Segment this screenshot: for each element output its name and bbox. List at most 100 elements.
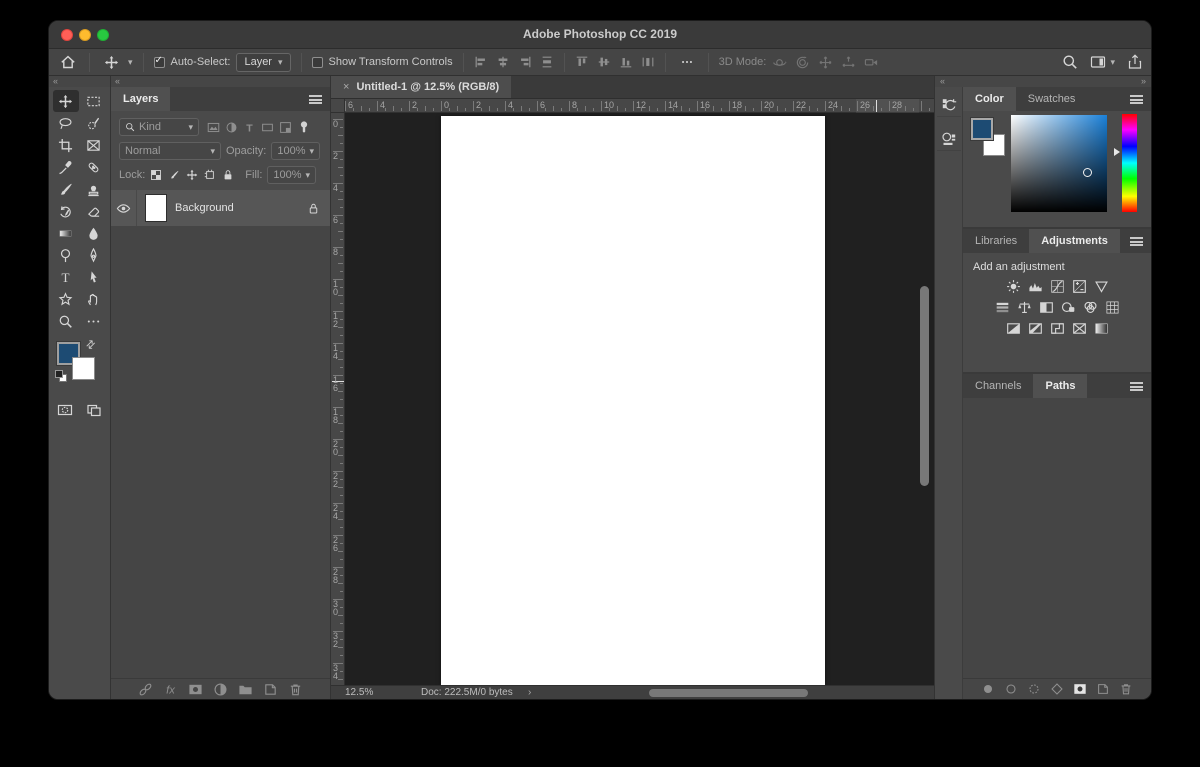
adj-vibrance-icon[interactable] [1094,279,1109,294]
blend-mode-dropdown[interactable]: Normal ▾ [119,142,221,160]
stroke-path-icon[interactable] [1004,682,1018,696]
adj-invert-icon[interactable] [1006,321,1021,336]
align-right-icon[interactable] [518,55,532,69]
align-center-v-icon[interactable] [597,55,611,69]
home-icon[interactable] [57,52,79,73]
filter-adjustment-icon[interactable] [225,121,238,134]
clone-stamp-tool[interactable] [81,178,107,200]
delete-path-icon[interactable] [1119,682,1133,696]
lock-artboard-icon[interactable] [204,169,216,181]
align-top-icon[interactable] [575,55,589,69]
adj-selective-color-icon[interactable] [1072,321,1087,336]
3d-camera-icon[interactable] [864,55,879,70]
search-icon[interactable] [1062,54,1078,70]
panel-menu-icon[interactable] [309,95,322,104]
chevron-down-icon[interactable]: ▾ [128,58,133,67]
adj-curves-icon[interactable] [1050,279,1065,294]
horizontal-scrollbar-thumb[interactable] [649,689,808,697]
gradient-tool[interactable] [53,222,79,244]
new-layer-icon[interactable] [263,682,278,697]
swap-colors-icon[interactable]: ⇄ [83,337,99,353]
path-selection-tool[interactable] [81,266,107,288]
filter-smart-object-icon[interactable] [279,121,292,134]
share-icon[interactable] [1127,54,1143,70]
distribute-v-centers-icon[interactable] [540,55,554,69]
align-left-icon[interactable] [474,55,488,69]
show-transform-checkbox[interactable] [312,57,323,68]
workspace-switcher-icon[interactable] [1090,54,1106,70]
crop-tool[interactable] [53,134,79,156]
adj-exposure-icon[interactable] [1072,279,1087,294]
close-tab-icon[interactable]: × [343,81,349,93]
tab-swatches[interactable]: Swatches [1016,87,1088,111]
eyedropper-tool[interactable] [53,156,79,178]
align-center-h-icon[interactable] [496,55,510,69]
tab-adjustments[interactable]: Adjustments [1029,229,1120,253]
panel-menu-icon[interactable] [1130,382,1143,391]
new-adjustment-icon[interactable] [213,682,228,697]
link-layers-icon[interactable] [138,682,153,697]
toolbar-collapse[interactable]: « [49,76,110,87]
vertical-ruler[interactable]: 0246810121416182022242628303234 [331,99,345,685]
horizontal-ruler[interactable]: 6420246810121416182022242628 [331,99,934,113]
background-color-swatch[interactable] [72,357,95,380]
history-panel-icon[interactable] [937,93,961,117]
custom-shape-tool[interactable] [53,288,79,310]
add-path-mask-icon[interactable] [1073,682,1087,696]
more-options-icon[interactable] [676,52,698,73]
add-mask-icon[interactable] [188,682,203,697]
tab-libraries[interactable]: Libraries [963,229,1029,253]
distribute-h-centers-icon[interactable] [641,55,655,69]
color-picker-circle[interactable] [1083,168,1092,177]
more-tools-tool[interactable] [81,310,107,332]
status-chevron-icon[interactable]: › [528,687,531,698]
adj-threshold-icon[interactable] [1050,321,1065,336]
visibility-eye-icon[interactable] [116,201,131,216]
filter-shape-icon[interactable] [261,121,274,134]
adj-channel-mixer-icon[interactable] [1083,300,1098,315]
fill-field[interactable]: 100% ▾ [267,166,316,184]
quick-mask-icon[interactable] [57,402,73,418]
document-viewport[interactable]: 6420246810121416182022242628 02468101214… [331,99,934,685]
delete-layer-icon[interactable] [288,682,303,697]
rectangular-marquee-tool[interactable] [81,90,107,112]
panel-menu-icon[interactable] [1130,95,1143,104]
lasso-tool[interactable] [53,112,79,134]
adj-levels-icon[interactable] [1028,279,1043,294]
screen-mode-icon[interactable] [86,402,102,418]
lock-transparent-icon[interactable] [150,169,162,181]
frame-tool[interactable] [81,134,107,156]
saturation-brightness-box[interactable] [1011,115,1107,212]
spot-healing-brush-tool[interactable] [81,156,107,178]
lock-position-icon[interactable] [186,169,198,181]
lock-paint-icon[interactable] [168,169,180,181]
auto-select-target-dropdown[interactable]: Layer ▾ [236,53,290,72]
filter-pixel-icon[interactable] [207,121,220,134]
brush-tool[interactable] [53,178,79,200]
adj-hue-saturation-icon[interactable] [995,300,1010,315]
path-selection-load-icon[interactable] [1027,682,1041,696]
3d-orbit-icon[interactable] [772,55,787,70]
history-brush-tool[interactable] [53,200,79,222]
dodge-tool[interactable] [53,244,79,266]
chevron-down-icon[interactable]: ▾ [1110,58,1115,67]
panel-menu-icon[interactable] [1130,237,1143,246]
adj-black-white-icon[interactable] [1039,300,1054,315]
zoom-tool[interactable] [53,310,79,332]
hue-strip[interactable] [1122,114,1137,212]
tab-channels[interactable]: Channels [963,374,1033,398]
adj-color-balance-icon[interactable] [1017,300,1032,315]
pen-tool[interactable] [81,244,107,266]
lock-all-icon[interactable] [222,169,234,181]
type-tool[interactable]: T [53,266,79,288]
zoom-level-field[interactable]: 12.5% [345,687,373,698]
layer-name[interactable]: Background [175,202,307,214]
layers-dock-collapse[interactable]: « [111,76,330,87]
filter-type-icon[interactable]: T [243,121,256,134]
blur-tool[interactable] [81,222,107,244]
hue-slider-arrow-icon[interactable] [1114,148,1120,156]
adj-gradient-map-icon[interactable] [1094,321,1109,336]
tab-paths[interactable]: Paths [1033,374,1087,398]
foreground-color-swatch[interactable] [971,118,993,140]
hand-tool[interactable] [81,288,107,310]
